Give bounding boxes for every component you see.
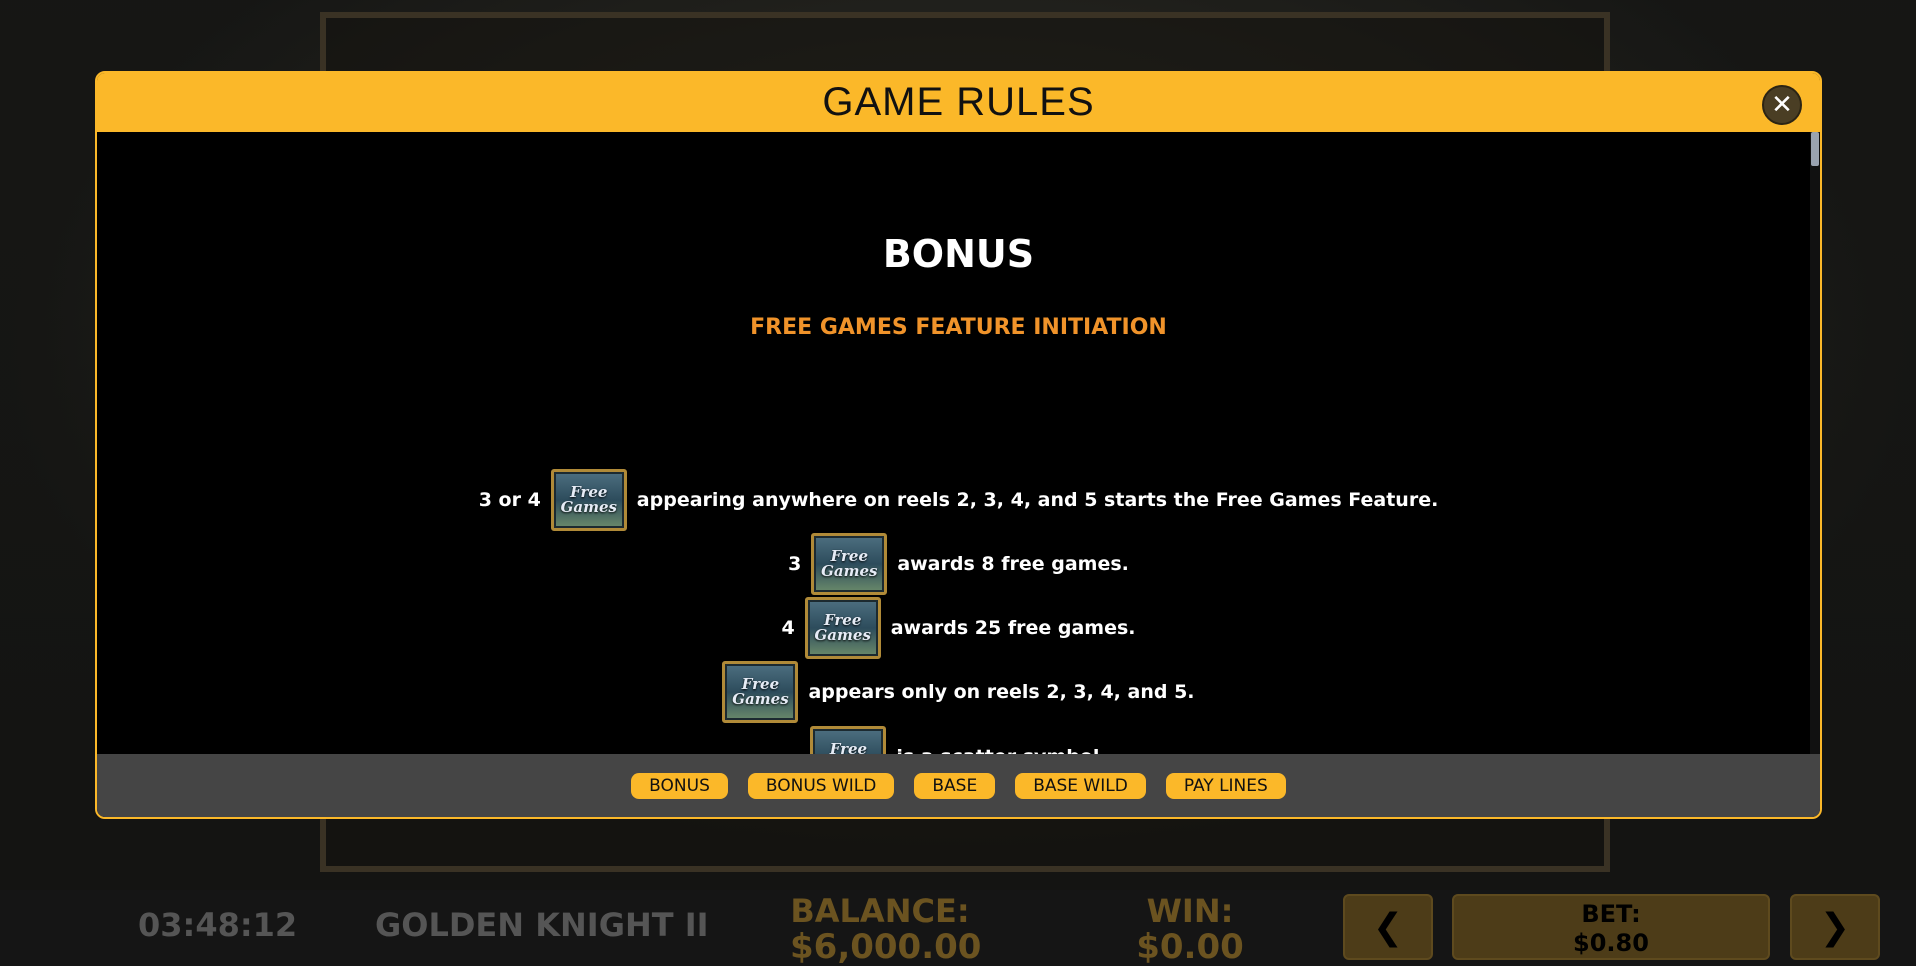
bet-increase-button[interactable]: ❯ xyxy=(1790,894,1880,960)
win-display: WIN: $0.00 xyxy=(1130,894,1250,966)
scroll-thumb[interactable] xyxy=(1811,132,1819,166)
win-label: WIN: xyxy=(1146,892,1234,930)
balance-display: BALANCE: $6,000.00 xyxy=(790,892,982,966)
bet-display: BET: $0.80 xyxy=(1452,894,1770,960)
rule-text: appearing anywhere on reels 2, 3, 4, and… xyxy=(636,489,1439,511)
rule-text: awards 8 free games. xyxy=(897,553,1129,575)
game-rules-modal: GAME RULES ✕ BONUS FREE GAMES FEATURE IN… xyxy=(95,71,1822,819)
rule-row: Free Games appears only on reels 2, 3, 4… xyxy=(97,661,1820,723)
game-bottom-bar: 03:48:12 GOLDEN KNIGHT II BALANCE: $6,00… xyxy=(0,890,1916,966)
modal-title: GAME RULES xyxy=(822,80,1095,124)
rule-row: 4 Free Games awards 25 free games. xyxy=(97,597,1820,659)
rule-count: 3 xyxy=(788,553,802,575)
free-games-symbol-icon: Free Games xyxy=(804,597,881,659)
free-games-symbol-icon: Free Games xyxy=(811,533,888,595)
section-subtitle: FREE GAMES FEATURE INITIATION xyxy=(750,315,1167,340)
chevron-left-icon: ❮ xyxy=(1372,906,1404,948)
scrollbar[interactable] xyxy=(1810,132,1820,758)
rule-count: 4 xyxy=(781,617,795,639)
rule-row: 3 Free Games awards 8 free games. xyxy=(97,533,1820,595)
win-value: $0.00 xyxy=(1136,927,1244,966)
chevron-right-icon: ❯ xyxy=(1819,906,1851,948)
rules-tab-bar: BONUS BONUS WILD BASE BASE WILD PAY LINE… xyxy=(97,754,1820,817)
section-title: BONUS xyxy=(882,232,1035,276)
rule-text: awards 25 free games. xyxy=(890,617,1136,639)
bet-decrease-button[interactable]: ❮ xyxy=(1343,894,1433,960)
close-button[interactable]: ✕ xyxy=(1762,85,1802,125)
rule-count: 3 or 4 xyxy=(478,489,541,511)
tab-base-wild[interactable]: BASE WILD xyxy=(1015,772,1146,799)
close-icon: ✕ xyxy=(1771,90,1793,120)
tab-bonus-wild[interactable]: BONUS WILD xyxy=(747,772,895,799)
balance-value: $6,000.00 xyxy=(790,927,982,966)
balance-label: BALANCE: xyxy=(790,892,970,930)
tab-base[interactable]: BASE xyxy=(914,772,996,799)
rule-text: appears only on reels 2, 3, 4, and 5. xyxy=(808,681,1195,703)
game-name: GOLDEN KNIGHT II xyxy=(375,906,709,944)
tab-bonus[interactable]: BONUS xyxy=(631,772,728,799)
clock: 03:48:12 xyxy=(138,906,298,944)
modal-header: GAME RULES ✕ xyxy=(97,73,1820,132)
bet-value: $0.80 xyxy=(1573,929,1649,957)
free-games-symbol-icon: Free Games xyxy=(722,661,799,723)
rules-content[interactable]: BONUS FREE GAMES FEATURE INITIATION 3 or… xyxy=(97,132,1820,788)
rule-row: 3 or 4 Free Games appearing anywhere on … xyxy=(97,469,1820,531)
free-games-symbol-icon: Free Games xyxy=(550,469,627,531)
tab-pay-lines[interactable]: PAY LINES xyxy=(1165,772,1286,799)
bet-label: BET: xyxy=(1581,900,1641,928)
